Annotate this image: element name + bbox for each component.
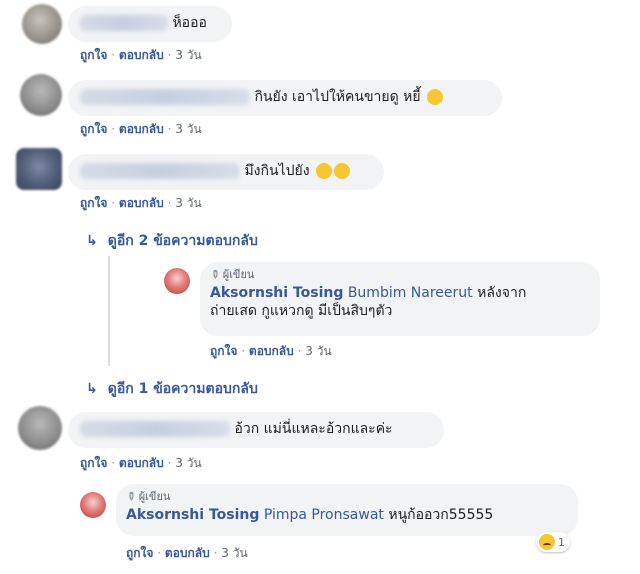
commenter-avatar[interactable] [16,148,62,190]
reply-actions: ถูกใจ · ตอบกลับ · 3 วัน [126,546,248,560]
comment-timestamp[interactable]: 3 วัน [175,196,201,210]
reply-author-name[interactable]: Aksornshi Tosing [126,507,259,523]
reply-button[interactable]: ตอบกลับ [249,344,294,358]
view-more-replies-link[interactable]: ↳ ดูอีก 2 ข้อความตอบกลับ [86,230,258,252]
author-tag: ✎ ผู้เขียน [207,266,590,284]
mention-link[interactable]: Pimpa Pronsawat [264,507,384,523]
reply-actions: ถูกใจ · ตอบกลับ · 3 วัน [210,344,332,358]
thread-line [108,256,110,366]
reply-timestamp[interactable]: 3 วัน [221,546,247,560]
like-button[interactable]: ถูกใจ [80,122,107,136]
reply-bubble: ✎ ผู้เขียน Aksornshi Tosing Pimpa Pronsa… [116,484,578,536]
comment-text: มึงกินไปยัง [244,163,310,179]
comment-bubble: ห็อออ [68,6,232,42]
reply-button[interactable]: ตอบกลับ [165,546,210,560]
reply-button[interactable]: ตอบกลับ [119,456,164,470]
reaction-summary[interactable]: 1 [536,532,570,552]
like-button[interactable]: ถูกใจ [126,546,153,560]
comment-bubble: อ้วก แม่นี่แหละอ้วกและค่ะ [68,412,444,448]
rofl-emoji-icon [315,163,332,179]
comment-actions: ถูกใจ · ตอบกลับ · 3 วัน [80,456,202,470]
blurred-username[interactable] [80,421,230,437]
reply-button[interactable]: ตอบกลับ [119,48,164,62]
comment-actions: ถูกใจ · ตอบกลับ · 3 วัน [80,122,202,136]
laughing-emoji-icon [427,89,444,105]
blurred-username[interactable] [80,89,250,105]
pencil-icon: ✎ [123,488,139,505]
reply-text-line2: ถ่ายเสด กูแหวกดู มีเป็นสิบๆตัว [210,303,393,319]
blurred-username[interactable] [80,163,240,179]
commenter-avatar[interactable] [22,4,62,44]
reply-timestamp[interactable]: 3 วัน [305,344,331,358]
author-avatar[interactable] [80,492,106,518]
comment-bubble: มึงกินไปยัง [68,154,384,190]
comment-text: อ้วก แม่นี่แหละอ้วกและค่ะ [234,421,393,437]
reply-arrow-icon: ↳ [86,233,98,249]
mention-link[interactable]: Bumbim Nareerut [348,285,473,301]
reply-button[interactable]: ตอบกลับ [119,122,164,136]
reply-text: หนูก้ออวก55555 [388,507,494,523]
commenter-avatar[interactable] [20,74,62,116]
comment-text: กินยัง เอาไปให้คนขายดู หยี้ [254,89,421,105]
like-button[interactable]: ถูกใจ [210,344,237,358]
sad-face-icon [539,534,555,550]
like-button[interactable]: ถูกใจ [80,196,107,210]
reply-text-line1: หลังจาก [477,285,527,301]
reply-button[interactable]: ตอบกลับ [119,196,164,210]
reaction-count: 1 [558,535,565,549]
comment-bubble: กินยัง เอาไปให้คนขายดู หยี้ [68,80,502,116]
comment-actions: ถูกใจ · ตอบกลับ · 3 วัน [80,196,202,210]
reply-author-name[interactable]: Aksornshi Tosing [210,285,343,301]
comment-timestamp[interactable]: 3 วัน [175,122,201,136]
pencil-icon: ✎ [207,266,223,283]
like-button[interactable]: ถูกใจ [80,456,107,470]
view-more-replies-link[interactable]: ↳ ดูอีก 1 ข้อความตอบกลับ [86,378,258,400]
blurred-username[interactable] [80,15,168,31]
rofl-emoji-icon [333,163,350,179]
commenter-avatar[interactable] [18,406,62,450]
author-avatar[interactable] [164,268,190,294]
comment-text: ห็อออ [172,15,207,31]
author-tag: ✎ ผู้เขียน [123,488,568,506]
comment-timestamp[interactable]: 3 วัน [175,48,201,62]
reply-arrow-icon: ↳ [86,381,98,397]
comment-timestamp[interactable]: 3 วัน [175,456,201,470]
comment-actions: ถูกใจ · ตอบกลับ · 3 วัน [80,48,202,62]
like-button[interactable]: ถูกใจ [80,48,107,62]
reply-bubble: ✎ ผู้เขียน Aksornshi Tosing Bumbim Naree… [200,262,600,336]
